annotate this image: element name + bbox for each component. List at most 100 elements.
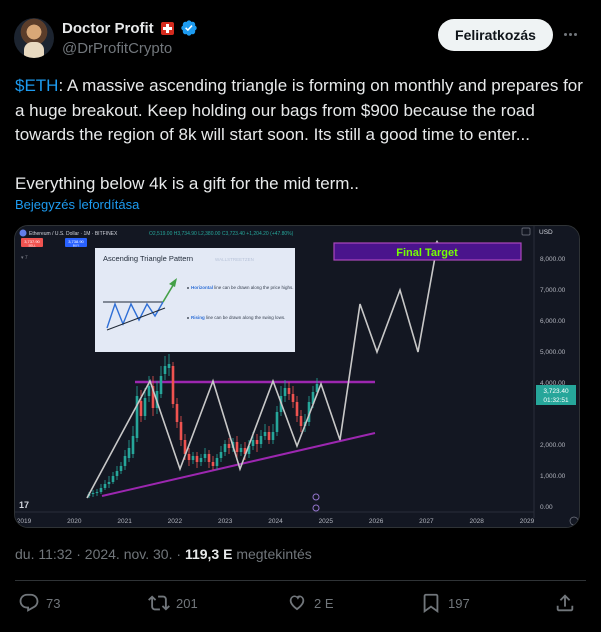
tweet-text-second: Everything below 4k is a gift for the mi… [15,173,359,193]
translate-post-link[interactable]: Bejegyzés lefordítása [15,197,139,212]
candle-body [167,364,171,368]
candle-body [263,432,267,436]
candle-body [259,436,263,444]
x-tick-label: 2023 [218,518,233,525]
author-handle[interactable]: @DrProfitCrypto [62,40,172,57]
candle-body [107,482,111,484]
share-button[interactable] [554,592,576,614]
candle-body [291,394,295,402]
repost-icon [148,595,170,611]
y-tick-label: 6,000.00 [540,318,566,325]
views-label: megtekintés [232,546,312,562]
inset-note2-bold: Rising [191,315,205,320]
candle-body [95,492,99,493]
currency-label: USD [539,229,553,236]
candle-body [235,442,239,452]
price-tag-value: 3,723.40 [543,388,569,395]
candle-body [179,422,183,440]
x-tick-label: 2024 [268,518,283,525]
inset-panel [95,248,295,352]
more-options-icon[interactable] [560,24,580,44]
reply-icon [19,593,39,612]
share-icon [556,594,574,612]
candle-body [283,388,287,396]
bookmark-count: 197 [448,595,470,611]
inset-brand: WALLSTREETZEN [215,257,254,262]
x-tick-label: 2028 [469,518,484,525]
candle-body [187,454,191,460]
verified-badge-icon [180,20,197,36]
buy-label: BUY [73,244,79,248]
candle-body [267,432,271,440]
svg-text:Horizontal line can be drawn a: Horizontal line can be drawn along the p… [191,285,294,290]
candle-body [139,401,143,416]
candle-body [103,484,107,488]
divider [15,580,586,581]
price-tag-countdown: 01:32:51 [543,397,569,404]
y-tick-label: 2,000.00 [540,442,566,449]
timestamp[interactable]: du. 11:32 · 2024. nov. 30. · [15,546,185,562]
author-name[interactable]: Doctor Profit [62,20,154,37]
x-tick-label: 2019 [17,518,32,525]
x-tick-label: 2029 [520,518,535,525]
candle-body [227,444,231,448]
x-tick-label: 2026 [369,518,384,525]
y-tick-label: 7,000.00 [540,287,566,294]
candle-body [119,466,123,471]
collapse-indicator: ▾ 7 [21,255,28,261]
y-tick-label: 5,000.00 [540,349,566,356]
candle-body [287,388,291,394]
candle-body [251,440,255,446]
candle-body [239,448,243,452]
x-tick-label: 2022 [168,518,183,525]
candle-body [163,366,167,374]
inset-note1-bold: Horizontal [191,285,213,290]
inset-note1-rest: line can be drawn along the price highs. [213,285,294,290]
x-tick-label: 2021 [117,518,132,525]
repost-button[interactable]: 201 [148,592,198,614]
final-target-label: Final Target [396,247,458,259]
like-button[interactable]: 2 E [286,592,334,614]
x-tick-label: 2025 [319,518,334,525]
candle-body [175,404,179,422]
tweet-meta: du. 11:32 · 2024. nov. 30. · 119,3 E meg… [15,546,312,562]
author-name-row: Doctor Profit [62,18,198,38]
candle-body [191,456,195,460]
bookmark-button[interactable]: 197 [420,592,470,614]
chart-ohlc: O2,519.00 H3,734.90 L2,380.00 C3,723.40 … [149,231,294,237]
reply-button[interactable]: 73 [18,592,60,614]
candle-body [255,440,259,444]
candle-body [295,402,299,416]
sell-label: SELL [28,244,36,248]
eth-cashtag-link[interactable]: $ETH [15,76,58,95]
heart-icon [289,595,305,611]
chart-image[interactable]: Ethereum / U.S. Dollar · 1M · BITFINEX O… [14,225,580,528]
candle-body [215,458,219,466]
y-tick-label: 8,000.00 [540,256,566,263]
swiss-flag-icon [160,21,174,35]
repost-count: 201 [176,595,198,611]
candle-body [223,444,227,452]
subscribe-button[interactable]: Feliratkozás [438,19,553,51]
candle-body [207,454,211,462]
candle-body [91,493,95,494]
eth-chart: Ethereum / U.S. Dollar · 1M · BITFINEX O… [15,226,579,527]
chart-header: Ethereum / U.S. Dollar · 1M · BITFINEX [29,231,118,237]
tweet-text-body: : A massive ascending triangle is formin… [15,76,583,144]
x-tick-label: 2020 [67,518,82,525]
candle-body [131,436,135,454]
avatar[interactable] [14,18,54,58]
candle-body [199,458,203,462]
candle-body [147,386,151,396]
tweet-text: $ETH: A massive ascending triangle is fo… [15,74,585,196]
candle-body [275,412,279,432]
tradingview-logo: 17 [19,500,29,510]
candle-body [143,398,147,416]
candle-body [271,432,275,440]
svg-text:Rising line can be drawn along: Rising line can be drawn along the swing… [191,315,285,320]
y-tick-label: 1,000.00 [540,473,566,480]
candle-body [211,462,215,466]
candle-body [159,376,163,394]
views-count: 119,3 E [184,546,233,562]
candle-body [99,488,103,492]
